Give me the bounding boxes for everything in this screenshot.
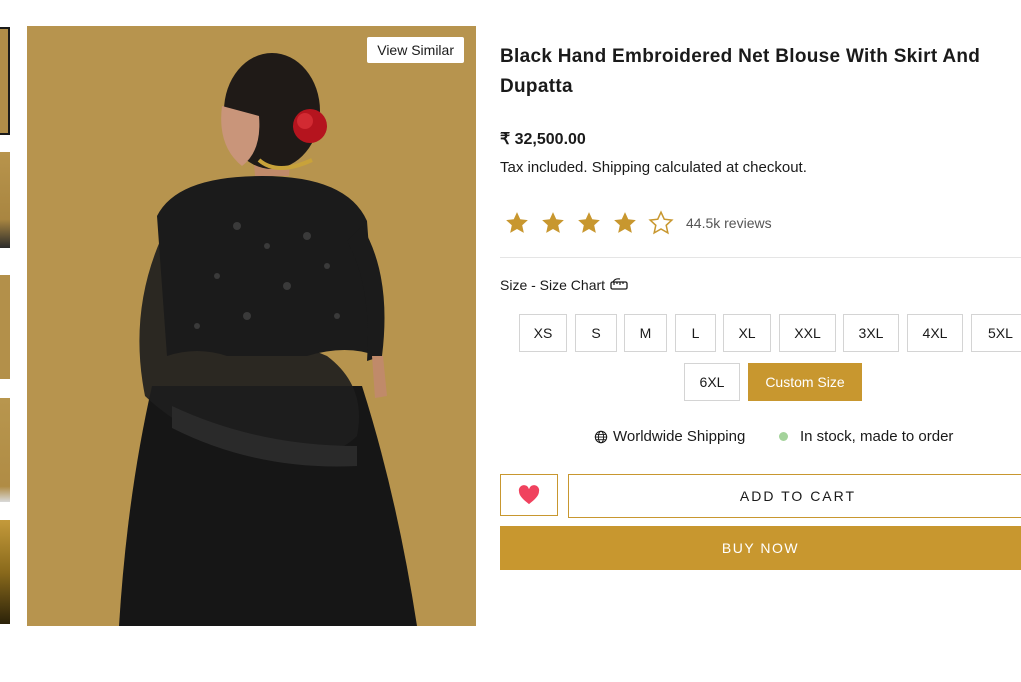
product-price: ₹ 32,500.00 [500,131,586,148]
wishlist-button[interactable] [500,474,558,516]
star-outline-icon [648,210,674,235]
star-icon [578,212,600,233]
product-title: Black Hand Embroidered Net Blouse With S… [500,46,981,97]
size-option-m[interactable]: M [624,314,667,352]
worldwide-shipping: Worldwide Shipping [594,428,745,445]
size-option-4xl[interactable]: 4XL [907,314,963,352]
size-option-xs[interactable]: XS [519,314,567,352]
divider [500,257,1021,258]
tax-note: Tax included. Shipping calculated at che… [500,159,807,176]
tax-prefix: Tax included. [500,159,588,176]
thumbnail-5[interactable] [0,520,10,624]
globe-icon [594,430,608,443]
buy-now-button[interactable]: BUY NOW [500,526,1021,570]
shipping-label: Worldwide Shipping [613,428,746,445]
stock-dot-icon [779,432,788,441]
heart-icon [518,485,540,505]
size-option-custom[interactable]: Custom Size [748,363,862,401]
rating[interactable]: 44.5k reviews [504,208,772,238]
size-label-text: Size - Size Chart [500,277,606,293]
thumbnail-3[interactable] [0,275,10,379]
thumbnail-2[interactable] [0,152,10,248]
shipping-link[interactable]: Shipping [592,159,650,176]
ruler-icon [610,278,628,290]
star-icon [542,212,564,233]
star-icon [614,212,636,233]
stock-label: In stock, made to order [800,428,954,445]
size-option-xxl[interactable]: XXL [779,314,836,352]
size-chart-link[interactable]: Size - Size Chart [500,277,629,293]
size-option-xl[interactable]: XL [723,314,771,352]
size-option-s[interactable]: S [575,314,617,352]
size-option-6xl[interactable]: 6XL [684,363,740,401]
view-similar-button[interactable]: View Similar [367,37,464,63]
size-option-3xl[interactable]: 3XL [843,314,899,352]
add-to-cart-button[interactable]: ADD TO CART [568,474,1021,518]
tax-suffix: calculated at checkout. [654,159,807,176]
reviews-count[interactable]: 44.5k reviews [686,215,772,231]
thumbnail-1[interactable] [0,27,10,135]
stock-status: In stock, made to order [779,428,953,445]
size-option-l[interactable]: L [675,314,716,352]
product-info: Black Hand Embroidered Net Blouse With S… [500,0,1021,682]
thumbnail-4[interactable] [0,398,10,502]
product-photo [27,26,476,626]
star-icon [506,212,528,233]
size-option-5xl[interactable]: 5XL [971,314,1021,352]
product-main-image[interactable]: View Similar [27,26,476,626]
thumbnail-strip [0,0,12,682]
